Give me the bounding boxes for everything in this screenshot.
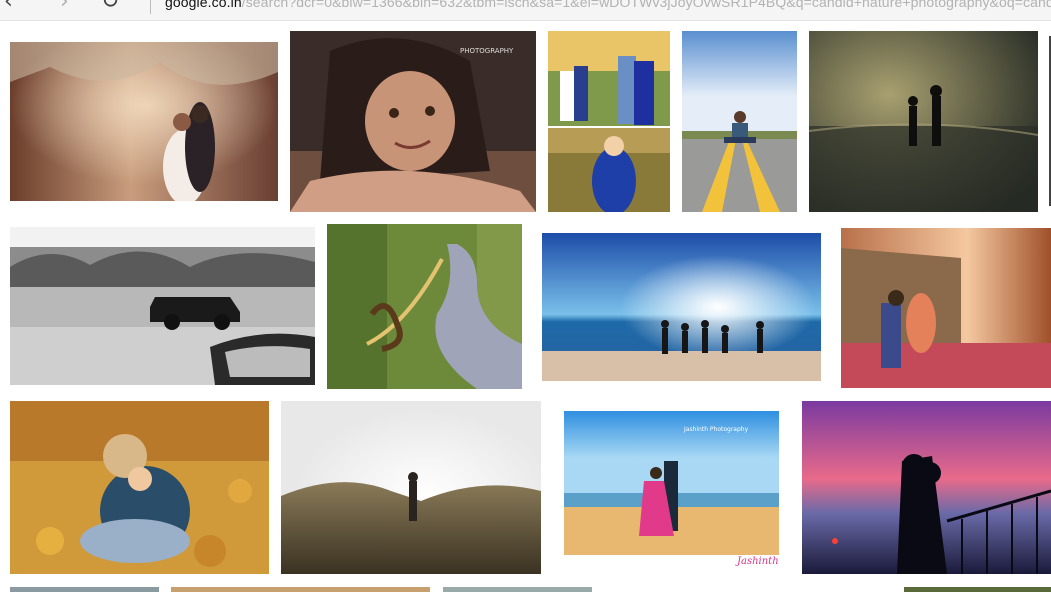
road-sitting-image xyxy=(682,31,797,212)
image-result-17[interactable] xyxy=(904,587,1051,592)
reload-icon[interactable]: ↻ xyxy=(101,0,119,13)
photography-watermark: PHOTOGRAPHY xyxy=(460,47,514,55)
image-result-7[interactable] xyxy=(327,224,522,389)
browser-toolbar: ‹ › ↻ google.co.in/search?dcr=0&biw=1366… xyxy=(0,0,1051,21)
maternity-collage-image xyxy=(548,31,670,212)
couple-willow-image xyxy=(10,42,278,201)
beach-kids-image xyxy=(542,233,821,381)
beach-silhouette-image xyxy=(809,31,1038,212)
toddler-leaves-image xyxy=(10,401,269,574)
image-result-15[interactable] xyxy=(171,587,430,592)
image-result-3[interactable] xyxy=(548,31,670,212)
vintage-car-image xyxy=(10,227,315,385)
toolbar-divider xyxy=(150,0,151,14)
girl-portrait-image: PHOTOGRAPHY xyxy=(290,31,536,212)
image-result-4[interactable] xyxy=(682,31,797,212)
image-result-6[interactable] xyxy=(10,227,315,385)
balcony-silhouette-image xyxy=(802,401,1051,574)
image-result-8[interactable] xyxy=(542,233,821,381)
address-bar[interactable]: google.co.in/search?dcr=0&biw=1366&bih=6… xyxy=(165,0,1051,10)
image-result-12[interactable]: Jashinth Photography xyxy=(564,411,779,555)
image-result-2[interactable]: PHOTOGRAPHY xyxy=(290,31,536,212)
image-result-13[interactable] xyxy=(802,401,1051,574)
image-result-9[interactable] xyxy=(841,228,1051,388)
heron-snake-image xyxy=(327,224,522,389)
sunset-kiss-image xyxy=(841,228,1051,388)
beach-couple-traditional-image: Jashinth Photography xyxy=(564,411,779,555)
image-result-16[interactable] xyxy=(443,587,592,592)
image-result-14[interactable] xyxy=(10,587,159,592)
photographer-logo: Jashinth xyxy=(737,556,779,567)
back-arrow-icon[interactable]: ‹ xyxy=(4,0,13,13)
image-result-5[interactable] xyxy=(809,31,1038,212)
image-result-1[interactable] xyxy=(10,42,278,201)
forward-arrow-icon[interactable]: › xyxy=(60,0,69,13)
url-path: /search?dcr=0&biw=1366&bih=632&tbm=isch&… xyxy=(241,0,1051,10)
url-domain: google.co.in xyxy=(165,0,242,10)
image-result-11[interactable] xyxy=(281,401,541,574)
image-result-10[interactable] xyxy=(10,401,269,574)
jashinth-watermark: Jashinth Photography xyxy=(683,426,749,433)
meadow-silhouette-image xyxy=(281,401,541,574)
